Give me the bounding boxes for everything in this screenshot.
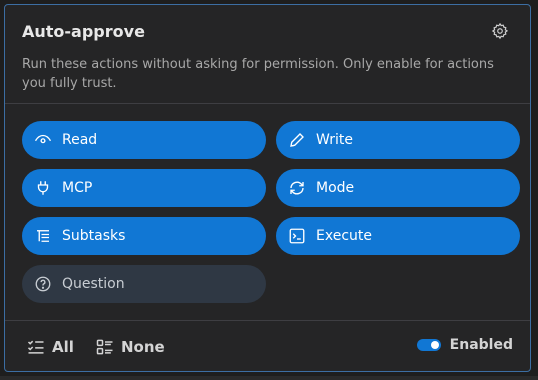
- checklist-icon: [26, 337, 46, 357]
- panel-footer: All None Enabled: [5, 320, 530, 372]
- eye-icon: [34, 131, 52, 149]
- subtasks-toggle-button[interactable]: Subtasks: [22, 217, 266, 255]
- settings-button[interactable]: [489, 20, 511, 42]
- background-strip: [0, 376, 538, 380]
- panel-title: Auto-approve: [22, 22, 145, 41]
- select-all-label: All: [52, 338, 74, 356]
- toggle-knob: [430, 341, 439, 349]
- gear-icon: [491, 22, 509, 40]
- mcp-label: MCP: [62, 180, 93, 196]
- execute-toggle-button[interactable]: Execute: [276, 217, 520, 255]
- write-toggle-button[interactable]: Write: [276, 121, 520, 159]
- write-label: Write: [316, 132, 353, 148]
- mode-toggle-button[interactable]: Mode: [276, 169, 520, 207]
- enabled-toggle[interactable]: [416, 339, 441, 351]
- enabled-label: Enabled: [449, 337, 513, 353]
- list-unchecked-icon: [95, 337, 115, 357]
- panel-description: Run these actions without asking for per…: [22, 57, 494, 91]
- select-none-label: None: [121, 338, 165, 356]
- enabled-toggle-group: Enabled: [416, 337, 513, 353]
- auto-approve-panel: Auto-approve Run these actions without a…: [4, 4, 531, 372]
- divider-top: [5, 103, 530, 104]
- read-toggle-button[interactable]: Read: [22, 121, 266, 159]
- mode-label: Mode: [316, 180, 355, 196]
- question-toggle-button[interactable]: Question: [22, 265, 266, 303]
- mcp-toggle-button[interactable]: MCP: [22, 169, 266, 207]
- execute-label: Execute: [316, 228, 372, 244]
- subtasks-label: Subtasks: [62, 228, 126, 244]
- pencil-icon: [288, 131, 306, 149]
- panel-header: Auto-approve: [22, 22, 513, 41]
- sync-icon: [288, 179, 306, 197]
- read-label: Read: [62, 132, 98, 148]
- select-none-button[interactable]: None: [95, 337, 165, 357]
- plug-icon: [34, 179, 52, 197]
- terminal-icon: [288, 227, 306, 245]
- question-icon: [34, 275, 52, 293]
- select-all-button[interactable]: All: [26, 337, 74, 357]
- question-label: Question: [62, 276, 125, 292]
- list-tree-icon: [34, 227, 52, 245]
- action-grid: Read Write MCP Mode Subtasks Execute Que…: [22, 121, 520, 303]
